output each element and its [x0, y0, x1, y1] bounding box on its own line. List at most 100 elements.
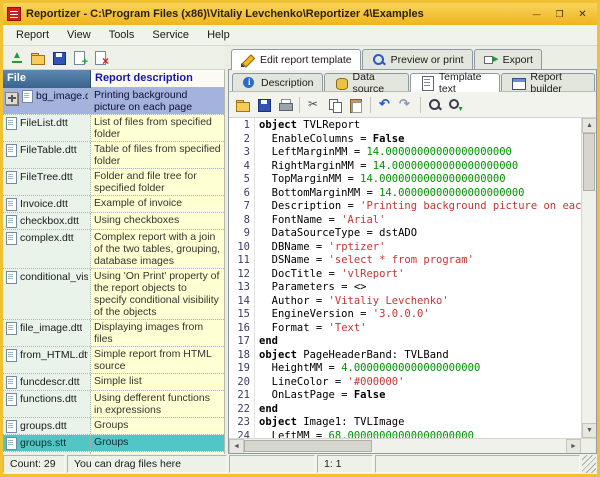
paste-button[interactable]	[346, 95, 366, 115]
file-cell: FileTree.dtt	[3, 169, 91, 195]
maximize-button[interactable]	[549, 6, 570, 22]
table-row[interactable]: complex.dttComplex report with a join of…	[3, 230, 224, 269]
hscroll-thumb[interactable]	[244, 440, 372, 452]
go-up-button[interactable]	[7, 48, 27, 68]
status-count: Count: 29	[3, 455, 65, 473]
save-button[interactable]	[49, 48, 69, 68]
subtab-template-text[interactable]: Template text	[410, 73, 501, 92]
code-line: object TVLReport	[259, 119, 581, 133]
title-bar[interactable]: Reportizer - C:\Program Files (x86)\Vita…	[3, 3, 597, 25]
scroll-right-button[interactable]	[566, 439, 581, 454]
table-row[interactable]: groups.sttGroups	[3, 435, 224, 452]
code-line: DSName = 'select * from program'	[259, 254, 581, 268]
description-cell: Groups	[91, 418, 224, 434]
line-number: 3	[229, 146, 250, 160]
save-button[interactable]	[254, 95, 274, 115]
open-folder-button[interactable]	[28, 48, 48, 68]
table-row[interactable]: file_image.dttDisplaying images from fil…	[3, 320, 224, 347]
menu-item-tools[interactable]: Tools	[100, 26, 144, 44]
file-cell: file_image.dtt	[3, 320, 91, 346]
file-name: conditional_visibilit	[20, 270, 88, 283]
table-row[interactable]: FileList.dttList of files from specified…	[3, 115, 224, 142]
window-controls	[526, 6, 593, 22]
code-line: DataSourceType = dstADO	[259, 227, 581, 241]
menu-item-help[interactable]: Help	[198, 26, 239, 44]
line-number: 12	[229, 268, 250, 282]
status-bar: Count: 29 You can drag files here 1: 1	[3, 454, 597, 474]
minimize-button[interactable]	[526, 6, 547, 22]
undo-button[interactable]	[375, 95, 395, 115]
find-next-button[interactable]	[446, 95, 466, 115]
subtab-report-builder[interactable]: Report builder	[501, 73, 595, 91]
line-number: 24	[229, 430, 250, 439]
horizontal-scrollbar[interactable]	[229, 438, 581, 453]
cut-button[interactable]	[304, 95, 324, 115]
app-icon[interactable]	[7, 7, 21, 21]
table-row[interactable]: Invoice.dtt Example of invoice	[3, 196, 224, 213]
main-area: File Report description bg_image.dttPrin…	[3, 46, 597, 454]
table-row[interactable]: funcdescr.dttSimple list	[3, 374, 224, 391]
close-button[interactable]	[572, 6, 593, 22]
line-number: 10	[229, 241, 250, 255]
redo-button[interactable]	[396, 95, 416, 115]
file-cell: bg_image.dtt	[3, 88, 91, 114]
find-button[interactable]	[425, 95, 445, 115]
code-line: EngineVersion = '3.0.0.0'	[259, 308, 581, 322]
vscroll-thumb[interactable]	[583, 133, 595, 191]
file-name: Invoice.dtt	[20, 197, 68, 210]
file-cell: FileList.dtt	[3, 115, 91, 141]
delete-page-button[interactable]	[91, 48, 111, 68]
table-row[interactable]: groups.dttGroups	[3, 418, 224, 435]
subtab-data-source[interactable]: Data source	[324, 73, 409, 91]
pencil-icon	[240, 52, 256, 68]
code-lines[interactable]: object TVLReport EnableColumns = False L…	[255, 118, 581, 438]
vertical-scrollbar[interactable]	[581, 118, 596, 438]
code-line: LeftMarginMM = 14.00000000000000000000	[259, 146, 581, 160]
tab-edit-report-template[interactable]: Edit report template	[231, 49, 361, 70]
scroll-down-button[interactable]	[582, 423, 596, 438]
table-row[interactable]: FileTable.dttTable of files from specifi…	[3, 142, 224, 169]
new-page-icon	[72, 50, 88, 66]
menu-item-view[interactable]: View	[58, 26, 100, 44]
scroll-left-button[interactable]	[229, 439, 244, 454]
table-row[interactable]: checkbox.dttUsing checkboxes	[3, 213, 224, 230]
hscroll-track[interactable]	[244, 439, 566, 453]
file-name: FileList.dtt	[20, 116, 68, 129]
drag-icon	[5, 92, 18, 105]
page-icon	[5, 420, 17, 433]
code-line: FontName = 'Arial'	[259, 214, 581, 228]
copy-icon	[327, 97, 343, 113]
menu-item-service[interactable]: Service	[143, 26, 198, 44]
scroll-up-button[interactable]	[582, 118, 596, 133]
vscroll-track[interactable]	[582, 133, 596, 423]
table-row[interactable]: conditional_visibilitUsing 'On Print' pr…	[3, 269, 224, 320]
column-header-file[interactable]: File	[3, 70, 91, 88]
code-line: DocTitle = 'vlReport'	[259, 268, 581, 282]
description-cell: Example of invoice	[91, 196, 224, 212]
tab-preview-or-print[interactable]: Preview or print	[362, 49, 473, 69]
code-line: Author = 'Vitaliy Levchenko'	[259, 295, 581, 309]
tab-export[interactable]: Export	[474, 49, 542, 69]
description-cell: Using 'On Print' property of the report …	[91, 269, 224, 319]
subtab-description[interactable]: Description	[232, 73, 323, 91]
file-cell: groups.stt	[3, 435, 91, 451]
print-button[interactable]	[275, 95, 295, 115]
resize-grip[interactable]	[582, 455, 596, 473]
copy-button[interactable]	[325, 95, 345, 115]
open-folder-button[interactable]	[233, 95, 253, 115]
table-row[interactable]: from_HTML.dttSimple report from HTML sou…	[3, 347, 224, 374]
code-editor[interactable]: 123456789101112131415161718192021222324 …	[229, 118, 596, 438]
file-cell: functions.dtt	[3, 391, 91, 417]
line-number: 9	[229, 227, 250, 241]
table-row[interactable]: FileTree.dttFolder and file tree for spe…	[3, 169, 224, 196]
menu-item-report[interactable]: Report	[7, 26, 58, 44]
page-icon	[21, 90, 33, 103]
table-row[interactable]: functions.dttUsing defferent functions i…	[3, 391, 224, 418]
go-up-icon	[9, 50, 25, 66]
line-number: 18	[229, 349, 250, 363]
code-line: Parameters = <>	[259, 281, 581, 295]
table-row[interactable]: bg_image.dttPrinting background picture …	[3, 88, 224, 115]
find-icon	[427, 97, 443, 113]
new-page-button[interactable]	[70, 48, 90, 68]
column-header-description[interactable]: Report description	[91, 70, 225, 88]
